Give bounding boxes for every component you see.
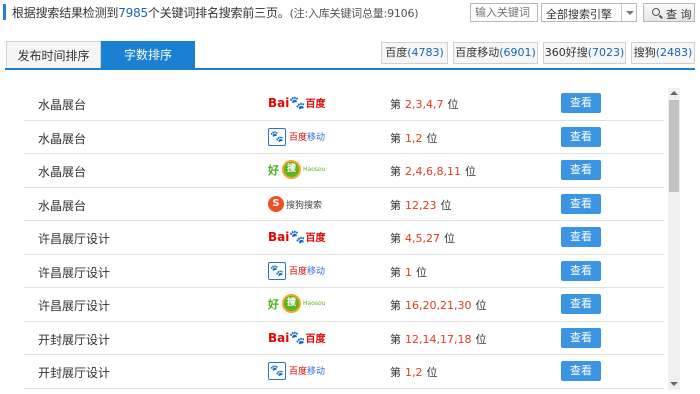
rank-page-numbers: 12,14,17,18 (405, 332, 472, 346)
rank-page-numbers: 4,5,27 (405, 232, 440, 245)
ranking-row: 许昌展厅设计 Bai🐾百度 第 4,5,27 位 查看 (24, 221, 664, 255)
engine-tab-name: 搜狗 (633, 46, 656, 59)
tab-sort-by-publish-time[interactable]: 发布时间排序 (6, 41, 101, 70)
engine-tab-sogou[interactable]: 搜狗(2483) (631, 42, 695, 64)
baidu-logo-icon: Bai🐾百度 (268, 96, 326, 111)
view-button[interactable]: 查看 (561, 294, 601, 314)
ranking-list: 水晶展台 Bai🐾百度第 2,3,4,7 位查看 水晶展台 🐾 百度移动第 1,2 位查看 水晶展… (24, 87, 664, 389)
view-button[interactable]: 查看 (561, 327, 601, 348)
keyword-count: 7985 (118, 6, 148, 20)
ranking-row: 水晶展台 好搜 Haosou 第 2,4,6,8,11 位 查看 (24, 154, 664, 188)
rank-pages: 第 2,3,4,7 位 (390, 98, 459, 111)
query-button[interactable]: 查 询 (643, 3, 695, 22)
engine-tab-name: 百度移动 (455, 46, 500, 59)
rank-page-numbers: 1 (405, 265, 412, 279)
engine-tab-count: (4783) (407, 46, 444, 59)
engine-tab-baidu-mobile[interactable]: 百度移动(6901) (453, 42, 538, 64)
scrollbar-thumb[interactable] (669, 100, 679, 192)
rank-pages: 第1位 (390, 265, 427, 279)
keyword-text: 水晶展台 (38, 165, 87, 179)
view-button[interactable]: 查看 (561, 260, 601, 281)
header-accent-bar (3, 4, 6, 20)
tab-sort-by-word-count[interactable]: 字数排序 (101, 41, 195, 70)
query-button-label: 查 询 (666, 8, 692, 21)
ranking-row: 水晶展台 S 搜狗搜索 第 12,23 位 查看 (24, 188, 664, 221)
search-icon (652, 8, 660, 16)
summary-prefix: 根据搜索结果检测到 (12, 6, 119, 20)
view-button[interactable]: 查看 (561, 193, 601, 214)
haosou-logo-icon: 好搜 Haosou (268, 293, 328, 315)
detection-summary: 根据搜索结果检测到7985个关键词排名搜索前三页。(注:入库关键词总量:9106… (12, 4, 419, 21)
rank-pages: 第 12,23 位 (390, 198, 452, 212)
summary-suffix: 个关键词排名搜索前三页。 (147, 6, 290, 20)
engine-tab-360-haosou[interactable]: 360好搜(7023) (543, 42, 626, 64)
view-button[interactable]: 查看 (561, 126, 601, 147)
keyword-search-input[interactable] (470, 3, 538, 22)
keyword-text: 许昌展厅设计 (38, 265, 111, 280)
rank-page-numbers: 2,3,4,7 (405, 98, 444, 111)
baidu-logo-icon: Bai🐾百度 (268, 330, 326, 346)
ranking-row: 开封展厅设计 Bai🐾百度 第 12,14,17,18 位 查看 (24, 322, 664, 355)
keyword-text: 水晶展台 (38, 98, 87, 112)
view-button[interactable]: 查看 (561, 160, 601, 180)
rank-pages: 第 1,2 位 (390, 366, 438, 379)
engine-tab-baidu[interactable]: 百度(4783) (381, 42, 448, 64)
view-button[interactable]: 查看 (561, 93, 601, 113)
keyword-text: 许昌展厅设计 (38, 299, 111, 313)
total-keywords-note: (注:入库关键词总量:9106) (289, 7, 419, 20)
ranking-row: 水晶展台 🐾 百度移动 第 1,2 位 查看 (24, 121, 664, 154)
ranking-row: 许昌展厅设计 好搜 Haosou 第 16,20,21,30 位 查看 (24, 288, 664, 322)
engine-tab-count: (7023) (587, 46, 625, 59)
engine-tab-count: (2483) (655, 46, 693, 59)
keyword-text: 许昌展厅设计 (38, 232, 111, 246)
rank-page-numbers: 2,4,6,8,11 (405, 165, 461, 178)
view-button[interactable]: 查看 (561, 227, 601, 247)
ranking-row: 许昌展厅设计 🐾 百度移动 第 1 位 查看 (24, 255, 664, 288)
engine-select[interactable]: 全部搜索引擎 (541, 3, 637, 22)
keyword-text: 开封展厅设计 (38, 332, 111, 347)
keyword-text: 开封展厅设计 (38, 366, 111, 380)
baidu-logo-icon: Bai🐾百度 (268, 230, 326, 245)
rank-page-numbers: 1,2 (405, 366, 423, 379)
haosou-logo-icon: 好搜 Haosou (268, 159, 328, 181)
rank-pages: 第 4,5,27 位 (390, 232, 455, 245)
baidu-mobile-logo-icon: 🐾 百度移动 (268, 360, 328, 382)
rank-page-numbers: 12,23 (405, 198, 437, 212)
baidu-mobile-logo-icon: 🐾 百度移动 (268, 126, 328, 148)
vertical-scrollbar[interactable] (668, 88, 680, 390)
scroll-up-icon[interactable] (670, 91, 678, 95)
ranking-panel: 水晶展台 Bai🐾百度第 2,3,4,7 位查看 水晶展台 🐾 百度移动第 1,2 位查看 水晶展… (6, 70, 695, 394)
scroll-down-icon[interactable] (670, 382, 678, 386)
rank-page-numbers: 16,20,21,30 (405, 299, 472, 312)
rank-pages: 第 12,14,17,18 位 (390, 332, 487, 346)
keyword-text: 水晶展台 (38, 198, 87, 213)
ranking-row: 开封展厅设计 🐾 百度移动 第 1,2 位 查看 (24, 355, 664, 389)
engine-tab-count: (6901) (499, 46, 536, 59)
engine-select-value: 全部搜索引擎 (546, 8, 612, 21)
sogou-logo-icon: S 搜狗搜索 (268, 193, 328, 215)
rank-pages: 第 16,20,21,30 位 (390, 299, 487, 312)
engine-tab-name: 360好搜 (544, 46, 588, 59)
page-header: 根据搜索结果检测到7985个关键词排名搜索前三页。(注:入库关键词总量:9106… (0, 0, 700, 28)
rank-pages: 第 2,4,6,8,11 位 (390, 165, 476, 178)
baidu-mobile-logo-icon: 🐾 百度移动 (268, 260, 328, 282)
keyword-text: 水晶展台 (38, 131, 87, 146)
view-button[interactable]: 查看 (561, 361, 601, 381)
rank-page-numbers: 1,2 (405, 131, 423, 145)
engine-tab-name: 百度 (385, 46, 408, 59)
dropdown-arrow-icon[interactable] (621, 4, 636, 21)
rank-pages: 第 1,2 位 (390, 131, 438, 145)
ranking-row: 水晶展台 Bai🐾百度 第 2,3,4,7 位 查看 (24, 87, 664, 121)
